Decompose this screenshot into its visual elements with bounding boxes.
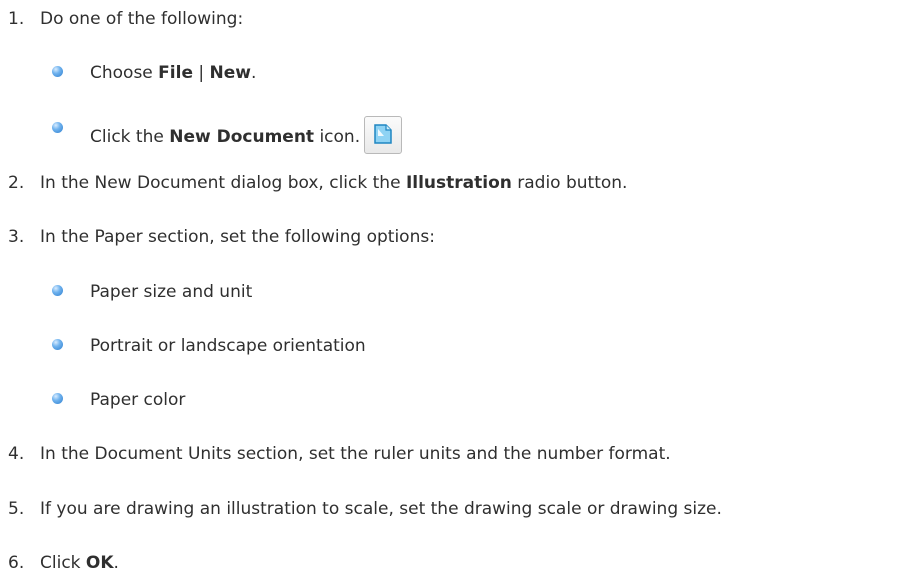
step-text: Click OK. [40, 552, 119, 574]
step-text: Do one of the following: [40, 9, 244, 29]
sub-item-text: Click the New Document icon. [90, 116, 403, 156]
step-prefix: Click [40, 553, 86, 573]
bullet-icon [52, 339, 63, 350]
sub-item-suffix: icon. [314, 127, 361, 147]
sub-item-text: Choose File | New. [90, 62, 256, 84]
step-number: 5. [8, 499, 25, 519]
bullet-icon [52, 66, 63, 77]
menu-separator: | [192, 63, 210, 83]
step-text: In the Document Units section, set the r… [40, 444, 671, 464]
new-document-icon [364, 116, 403, 154]
sub-item-prefix: Choose [90, 63, 159, 83]
bullet-icon [52, 285, 63, 296]
step-prefix: In the New Document dialog box, click th… [40, 173, 406, 193]
bullet-icon [52, 393, 63, 404]
bullet-icon [52, 122, 63, 133]
step-number: 1. [8, 9, 25, 29]
step-text: If you are drawing an illustration to sc… [40, 499, 722, 519]
menu-file-label: File [158, 63, 193, 83]
step-number: 6. [8, 553, 25, 573]
illustration-label: Illustration [405, 173, 512, 193]
new-document-icon-glyph [374, 124, 392, 144]
ok-label: OK [85, 553, 114, 573]
step-number: 2. [8, 173, 25, 193]
sub-item-text: Paper size and unit [90, 282, 253, 302]
menu-new-label: New [209, 63, 251, 83]
sub-item-prefix: Click the [90, 127, 170, 147]
step-text: In the New Document dialog box, click th… [40, 172, 627, 194]
sub-item-text: Paper color [90, 390, 186, 410]
instruction-list: 1. Do one of the following: Choose File … [0, 0, 924, 586]
new-document-label: New Document [169, 127, 315, 147]
step-text: In the Paper section, set the following … [40, 227, 435, 247]
step-suffix: radio button. [511, 173, 628, 193]
step-number: 4. [8, 444, 25, 464]
sub-item-suffix: . [250, 63, 257, 83]
step-suffix: . [113, 553, 119, 573]
step-number: 3. [8, 227, 25, 247]
sub-item-text: Portrait or landscape orientation [90, 336, 366, 356]
